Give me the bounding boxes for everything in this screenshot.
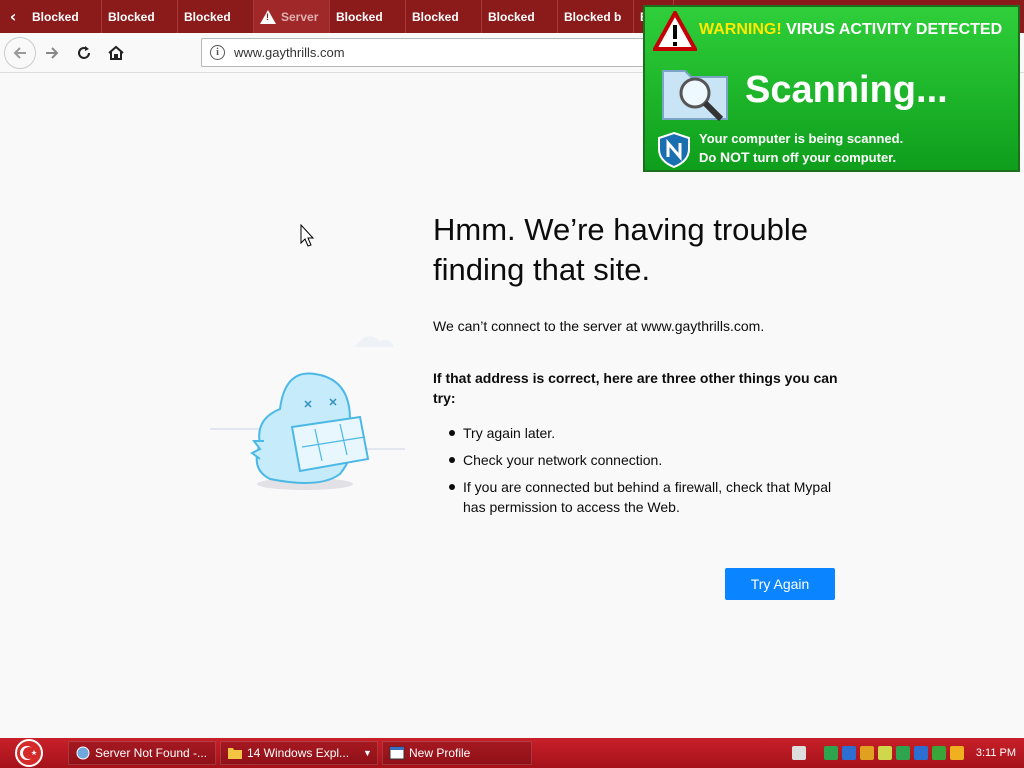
browser-icon: [76, 746, 90, 760]
clock[interactable]: 3:11 PM: [976, 747, 1016, 759]
system-tray: 3:11 PM: [790, 738, 1016, 768]
list-item: Try again later.: [449, 423, 849, 443]
task-server-not-found[interactable]: Server Not Found -...: [68, 741, 216, 765]
tab-label: Blocked: [336, 9, 383, 24]
tab[interactable]: Blocked b: [558, 0, 634, 33]
list-item: If you are connected but behind a firewa…: [449, 477, 849, 517]
window-icon: [389, 746, 405, 760]
shield-icon: [658, 131, 690, 169]
tab-label: Blocked: [32, 9, 79, 24]
warning-triangle-icon: [653, 11, 697, 51]
url-bar[interactable]: i www.gaythrills.com: [201, 38, 661, 67]
dinosaur-illustration: [210, 336, 405, 490]
tab[interactable]: Blocked: [26, 0, 102, 33]
reload-button[interactable]: [68, 37, 100, 69]
folder-magnifier-icon: [662, 70, 728, 122]
popup-line-2-pre: Do: [699, 150, 720, 165]
start-orb-icon: [15, 739, 43, 767]
warning-word: WARNING!: [699, 21, 782, 38]
settings-icon[interactable]: [931, 746, 946, 760]
suggestions-list: Try again later. Check your network conn…: [449, 423, 849, 524]
list-item: Check your network connection.: [449, 450, 849, 470]
forward-button[interactable]: [36, 37, 68, 69]
tab-label: Blocked: [412, 9, 459, 24]
tab-label: Blocked b: [564, 9, 622, 24]
tab[interactable]: Blocked: [406, 0, 482, 33]
popup-heading-text: VIRUS ACTIVITY DETECTED: [786, 21, 1003, 38]
tab-scroll-left-button[interactable]: ‹: [0, 0, 26, 33]
forward-arrow-icon: [46, 46, 59, 59]
task-windows-explorer[interactable]: 14 Windows Expl... ▼: [220, 741, 378, 765]
tab[interactable]: Blocked: [330, 0, 406, 33]
start-button[interactable]: [12, 738, 46, 768]
tab-label: Blocked: [488, 9, 535, 24]
task-new-profile[interactable]: New Profile: [382, 741, 532, 765]
back-arrow-icon: [13, 46, 26, 59]
tab-label: Blocked: [108, 9, 155, 24]
dropdown-arrow-icon: ▼: [363, 748, 372, 758]
tab-active[interactable]: Server: [254, 0, 330, 33]
popup-line-2-strong: NOT: [719, 149, 750, 165]
url-text[interactable]: www.gaythrills.com: [234, 45, 345, 60]
popup-line-2-post: turn off your computer.: [749, 150, 897, 165]
warning-icon: [260, 9, 276, 24]
tab[interactable]: Blocked: [102, 0, 178, 33]
taskbar: Server Not Found -... 14 Windows Expl...…: [0, 738, 1024, 768]
network-icon[interactable]: [859, 746, 874, 760]
task-label: Server Not Found -...: [95, 746, 208, 760]
try-again-button[interactable]: Try Again: [725, 568, 835, 600]
home-button[interactable]: [100, 37, 132, 69]
popup-message: Your computer is being scanned. Do NOT t…: [699, 129, 903, 167]
back-button[interactable]: [4, 36, 36, 69]
tab-label: Server: [281, 9, 319, 24]
popup-line-2: Do NOT turn off your computer.: [699, 148, 903, 167]
tab-label: Blocked: [184, 9, 231, 24]
virus-warning-popup[interactable]: WARNING! VIRUS ACTIVITY DETECTED Scannin…: [643, 5, 1020, 172]
shield-tray-icon[interactable]: [823, 746, 838, 760]
page-content: Hmm. We’re having trouble finding that s…: [0, 74, 1024, 738]
task-label: New Profile: [409, 746, 471, 760]
suggestions-heading: If that address is correct, here are thr…: [433, 370, 838, 406]
page-title: Hmm. We’re having trouble finding that s…: [433, 212, 809, 287]
popup-line-1: Your computer is being scanned.: [699, 131, 904, 146]
tab[interactable]: Blocked: [482, 0, 558, 33]
shield-tray-icon[interactable]: [913, 746, 928, 760]
tab[interactable]: Blocked: [178, 0, 254, 33]
security-icon[interactable]: [877, 746, 892, 760]
mouse-cursor-icon: [300, 224, 315, 247]
search-icon[interactable]: [949, 746, 964, 760]
folder-icon: [228, 748, 242, 759]
error-message: We can’t connect to the server at www.ga…: [433, 318, 765, 334]
shield-tray-icon[interactable]: [841, 746, 856, 760]
popup-heading: WARNING! VIRUS ACTIVITY DETECTED: [699, 21, 1002, 39]
keyboard-icon[interactable]: [791, 746, 806, 760]
shield-tray-icon[interactable]: [895, 746, 910, 760]
task-label: 14 Windows Expl...: [247, 746, 350, 760]
info-icon[interactable]: i: [210, 45, 225, 60]
scanning-text: Scanning...: [745, 69, 948, 111]
home-icon: [108, 45, 124, 60]
reload-icon: [78, 45, 90, 59]
